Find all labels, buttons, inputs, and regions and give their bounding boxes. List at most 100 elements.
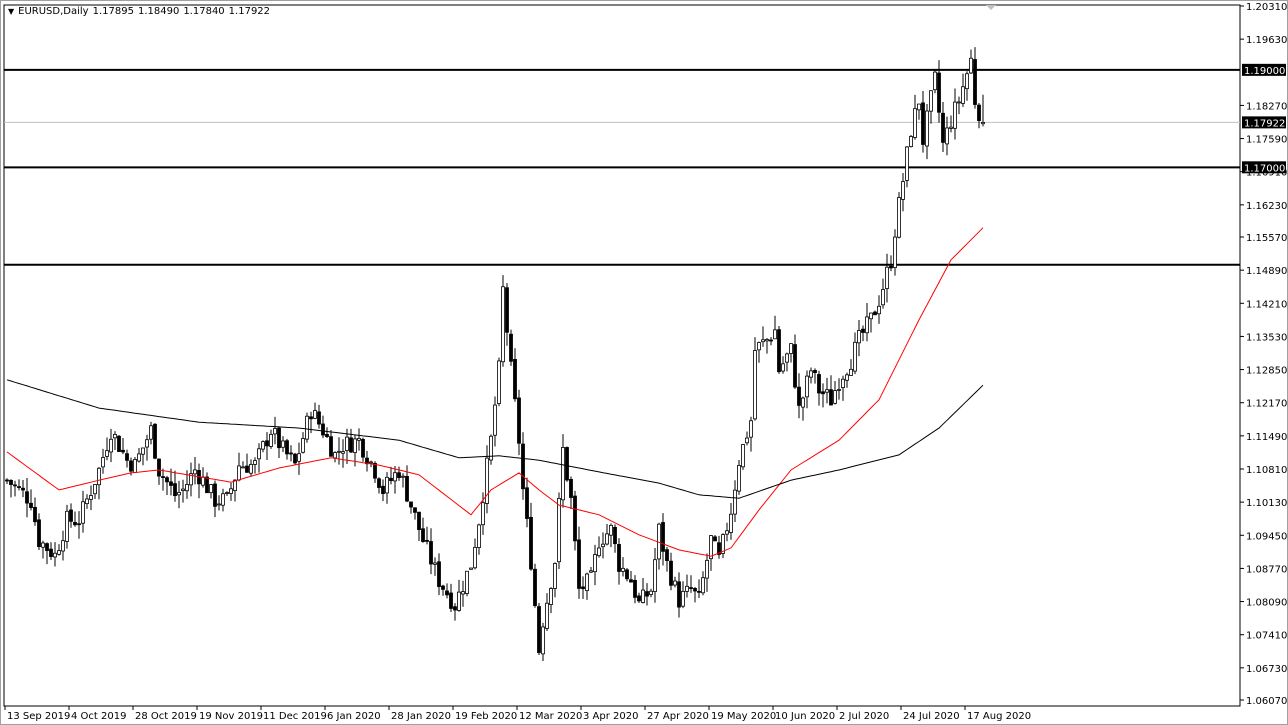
candle-body bbox=[517, 397, 521, 444]
x-tick-label: 2 Jul 2020 bbox=[839, 711, 889, 722]
x-tick-label: 24 Jul 2020 bbox=[903, 711, 960, 722]
chart-shift-icon bbox=[986, 5, 996, 10]
candle-body bbox=[337, 450, 341, 453]
candle-body bbox=[905, 146, 909, 181]
candle-body bbox=[437, 561, 441, 587]
candle-body bbox=[221, 493, 225, 506]
candle-body bbox=[641, 589, 645, 603]
candle-body bbox=[597, 547, 601, 557]
candle-body bbox=[105, 450, 109, 457]
y-tick-label: 1.12170 bbox=[1246, 399, 1287, 410]
candle-body bbox=[285, 440, 289, 455]
candle-body bbox=[701, 577, 705, 594]
candle-body bbox=[385, 476, 389, 494]
y-tick-label: 1.14890 bbox=[1246, 266, 1287, 277]
candle-body bbox=[761, 339, 765, 343]
candle-body bbox=[649, 590, 653, 595]
candle-body bbox=[901, 181, 905, 200]
candle-body bbox=[981, 121, 985, 125]
y-tick-label: 1.15570 bbox=[1246, 233, 1287, 244]
candle-body bbox=[689, 587, 693, 589]
candle-body bbox=[349, 437, 353, 453]
candle-body bbox=[453, 606, 457, 611]
candle-body bbox=[537, 606, 541, 653]
candle-body bbox=[757, 342, 761, 351]
candle-body bbox=[969, 57, 973, 74]
candle-body bbox=[461, 591, 465, 595]
candle-body bbox=[81, 501, 85, 524]
candle-body bbox=[269, 433, 273, 447]
x-tick-label: 28 Oct 2019 bbox=[135, 711, 197, 722]
candle-body bbox=[101, 457, 105, 468]
candle-body bbox=[297, 453, 301, 462]
candle-body bbox=[257, 448, 261, 460]
triangle-down-icon[interactable]: ▼ bbox=[8, 7, 14, 16]
candle-body bbox=[109, 438, 113, 453]
candle-body bbox=[425, 539, 429, 542]
candle-body bbox=[205, 476, 209, 494]
candle-body bbox=[817, 374, 821, 394]
candle-body bbox=[85, 498, 89, 505]
candle-body bbox=[261, 441, 265, 450]
plot-area bbox=[3, 4, 1241, 707]
candle-body bbox=[13, 484, 17, 487]
candle-body bbox=[209, 484, 213, 494]
candle-body bbox=[853, 341, 857, 372]
candle-body bbox=[805, 375, 809, 398]
candle-body bbox=[177, 492, 181, 496]
candle-body bbox=[601, 543, 605, 548]
candle-body bbox=[41, 542, 45, 548]
candle-body bbox=[857, 330, 861, 344]
candle-body bbox=[821, 391, 825, 395]
candle-body bbox=[949, 126, 953, 129]
y-tick-label: 1.08090 bbox=[1246, 598, 1287, 609]
candle-body bbox=[637, 595, 641, 602]
candle-body bbox=[585, 573, 589, 591]
candle-body bbox=[913, 108, 917, 138]
y-tick-label: 1.12850 bbox=[1246, 366, 1287, 377]
candle-body bbox=[925, 110, 929, 147]
x-tick-label: 28 Jan 2020 bbox=[391, 711, 451, 722]
candle-body bbox=[381, 485, 385, 495]
x-tick-label: 6 Jan 2020 bbox=[327, 711, 381, 722]
candle-body bbox=[549, 588, 553, 605]
candle-body bbox=[837, 389, 841, 391]
candle-body bbox=[521, 443, 525, 490]
candle-body bbox=[77, 523, 81, 526]
x-tick-label: 12 Mar 2020 bbox=[519, 711, 582, 722]
candle-body bbox=[265, 440, 269, 447]
candle-body bbox=[713, 536, 717, 542]
candle-body bbox=[541, 626, 545, 655]
y-tick-label: 1.07410 bbox=[1246, 631, 1287, 642]
candle-body bbox=[137, 453, 141, 462]
candle-body bbox=[709, 535, 713, 560]
x-tick-label: 3 Apr 2020 bbox=[583, 711, 638, 722]
candle-body bbox=[333, 452, 337, 459]
candle-body bbox=[557, 498, 561, 563]
candle-body bbox=[789, 343, 793, 354]
candle-body bbox=[473, 547, 477, 569]
candle-body bbox=[545, 602, 549, 629]
candle-body bbox=[417, 511, 421, 530]
candle-body bbox=[973, 59, 977, 105]
candle-body bbox=[797, 386, 801, 406]
candle-body bbox=[725, 530, 729, 535]
candle-body bbox=[917, 103, 921, 111]
candle-body bbox=[229, 488, 233, 494]
candle-body bbox=[185, 484, 189, 492]
y-tick-label: 1.10130 bbox=[1246, 498, 1287, 509]
candle-body bbox=[885, 266, 889, 289]
candle-body bbox=[929, 90, 933, 112]
candle-body bbox=[305, 415, 309, 440]
candle-body bbox=[161, 476, 165, 478]
candle-body bbox=[645, 591, 649, 597]
candle-body bbox=[45, 543, 49, 551]
candle-body bbox=[477, 524, 481, 548]
ohlc-low: 1.17840 bbox=[183, 6, 225, 17]
candle-body bbox=[889, 265, 893, 269]
candle-body bbox=[569, 478, 573, 498]
y-tick-label: 1.20310 bbox=[1246, 2, 1287, 13]
price-chart[interactable]: 1.203101.196301.182701.175901.169101.162… bbox=[0, 0, 1288, 725]
candle-body bbox=[341, 451, 345, 454]
candle-body bbox=[573, 495, 577, 542]
